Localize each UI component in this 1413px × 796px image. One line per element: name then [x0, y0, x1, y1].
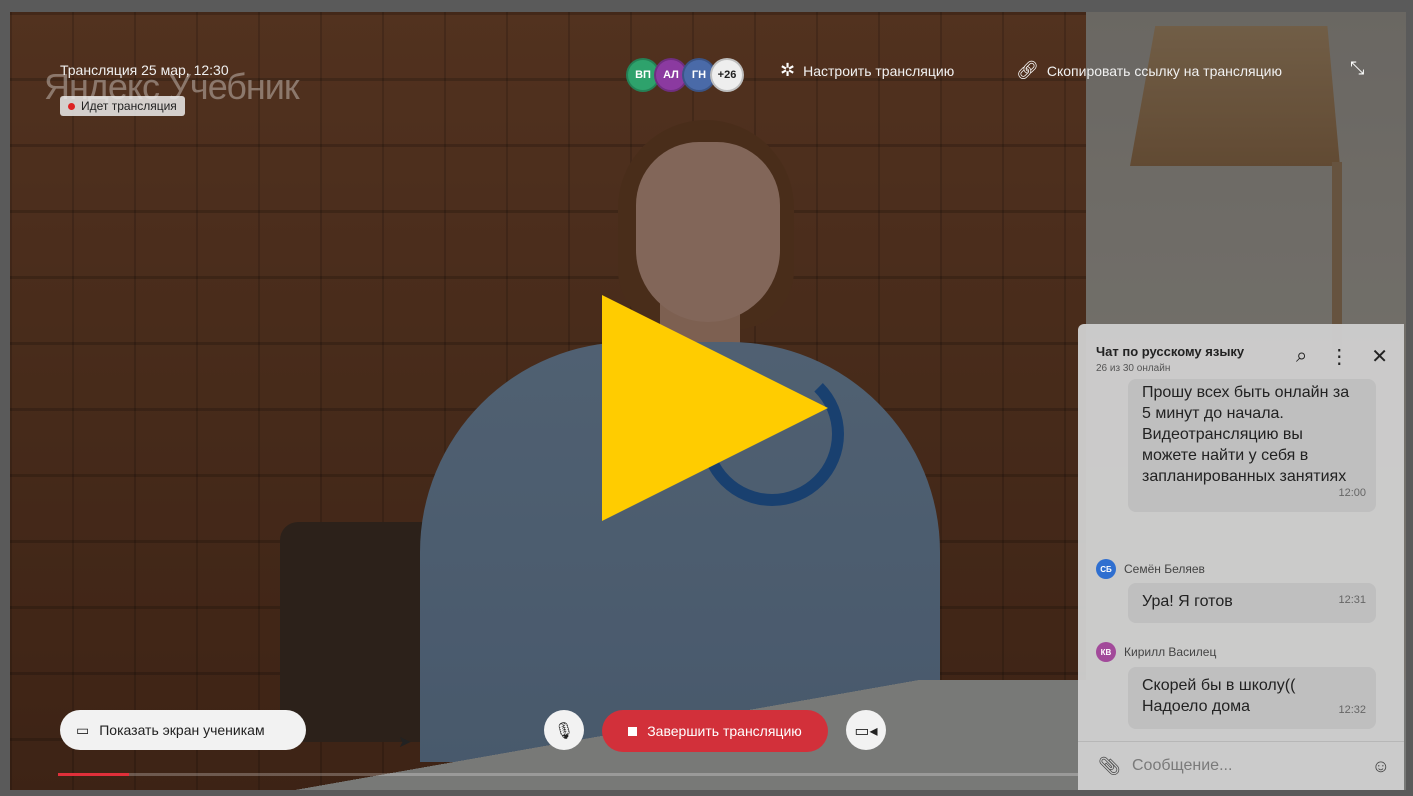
chat-input-bar: 📎︎ ☺: [1078, 741, 1404, 790]
message-time: 12:31: [1338, 594, 1366, 606]
copy-link-button[interactable]: 🔗︎ Скопировать ссылку на трансляцию: [1016, 60, 1282, 81]
live-status-badge: Идет трансляция: [60, 96, 185, 116]
copy-link-label: Скопировать ссылку на трансляцию: [1046, 62, 1282, 79]
stream-title: Трансляция 25 мар, 12:30: [60, 62, 229, 78]
chat-message: Ура! Я готов 12:31: [1128, 583, 1376, 623]
play-icon[interactable]: [602, 295, 828, 521]
chat-panel: Чат по русскому языку 26 из 30 онлайн ⌕ …: [1078, 324, 1404, 790]
progress-bar[interactable]: [58, 773, 1078, 776]
mouse-cursor-icon: ➤: [398, 732, 412, 751]
sender-name: Кирилл Василец: [1124, 645, 1217, 659]
emoji-icon[interactable]: ☺: [1372, 756, 1390, 777]
show-screen-label: Показать экран ученикам: [99, 722, 265, 738]
progress-fill: [58, 773, 130, 776]
participants-more-count[interactable]: +26: [710, 58, 744, 92]
more-vertical-icon[interactable]: ⋮: [1329, 344, 1349, 369]
camera-icon: ▭◂: [854, 720, 878, 740]
message-time: 12:00: [1338, 487, 1366, 499]
show-screen-button[interactable]: ▭ Показать экран ученикам: [60, 710, 306, 750]
message-sender: КВ Кирилл Василец: [1096, 642, 1216, 662]
participants-avatars[interactable]: ВП АЛ ГН +26: [626, 58, 744, 92]
end-stream-button[interactable]: Завершить трансляцию: [602, 710, 828, 752]
configure-stream-button[interactable]: ✲ Настроить трансляцию: [780, 60, 954, 81]
message-text: Ура! Я готов: [1142, 593, 1233, 610]
video-player[interactable]: Яндекс Учебник Трансляция 25 мар, 12:30 …: [10, 12, 1406, 790]
stop-icon: [628, 726, 638, 736]
end-stream-label: Завершить трансляцию: [647, 723, 802, 739]
chat-header-icons: ⌕ ⋮ ✕: [1296, 344, 1388, 369]
settings-gear-icon: ✲: [780, 60, 796, 80]
paperclip-icon[interactable]: 📎︎: [1098, 756, 1121, 777]
screen-share-icon: ▭: [76, 721, 90, 738]
microphone-button[interactable]: 🎙︎: [544, 710, 584, 750]
avatar: КВ: [1096, 642, 1116, 662]
link-icon: 🔗︎: [1016, 60, 1039, 80]
avatar: СБ: [1096, 559, 1116, 579]
message-sender: СБ Семён Беляев: [1096, 559, 1205, 579]
collapse-icon[interactable]: ⤡: [1350, 58, 1364, 79]
message-time: 12:32: [1338, 704, 1366, 716]
live-dot-icon: [68, 102, 75, 110]
microphone-icon: 🎙︎: [553, 720, 575, 740]
configure-stream-label: Настроить трансляцию: [803, 62, 955, 79]
message-text: Прошу всех быть онлайн за 5 минут до нач…: [1142, 384, 1350, 485]
chat-message: Прошу всех быть онлайн за 5 минут до нач…: [1128, 379, 1376, 512]
camera-button[interactable]: ▭◂: [846, 710, 886, 750]
close-icon[interactable]: ✕: [1371, 344, 1388, 369]
live-status-label: Идет трансляция: [81, 99, 177, 113]
sender-name: Семён Беляев: [1124, 562, 1205, 576]
search-icon[interactable]: ⌕: [1296, 345, 1307, 368]
message-text: Скорей бы в школу(( Надоело дома: [1142, 677, 1296, 715]
chat-message: Скорей бы в школу(( Надоело дома 12:32: [1128, 667, 1376, 729]
message-input[interactable]: [1130, 750, 1354, 782]
chat-header: Чат по русскому языку 26 из 30 онлайн ⌕ …: [1096, 344, 1394, 384]
